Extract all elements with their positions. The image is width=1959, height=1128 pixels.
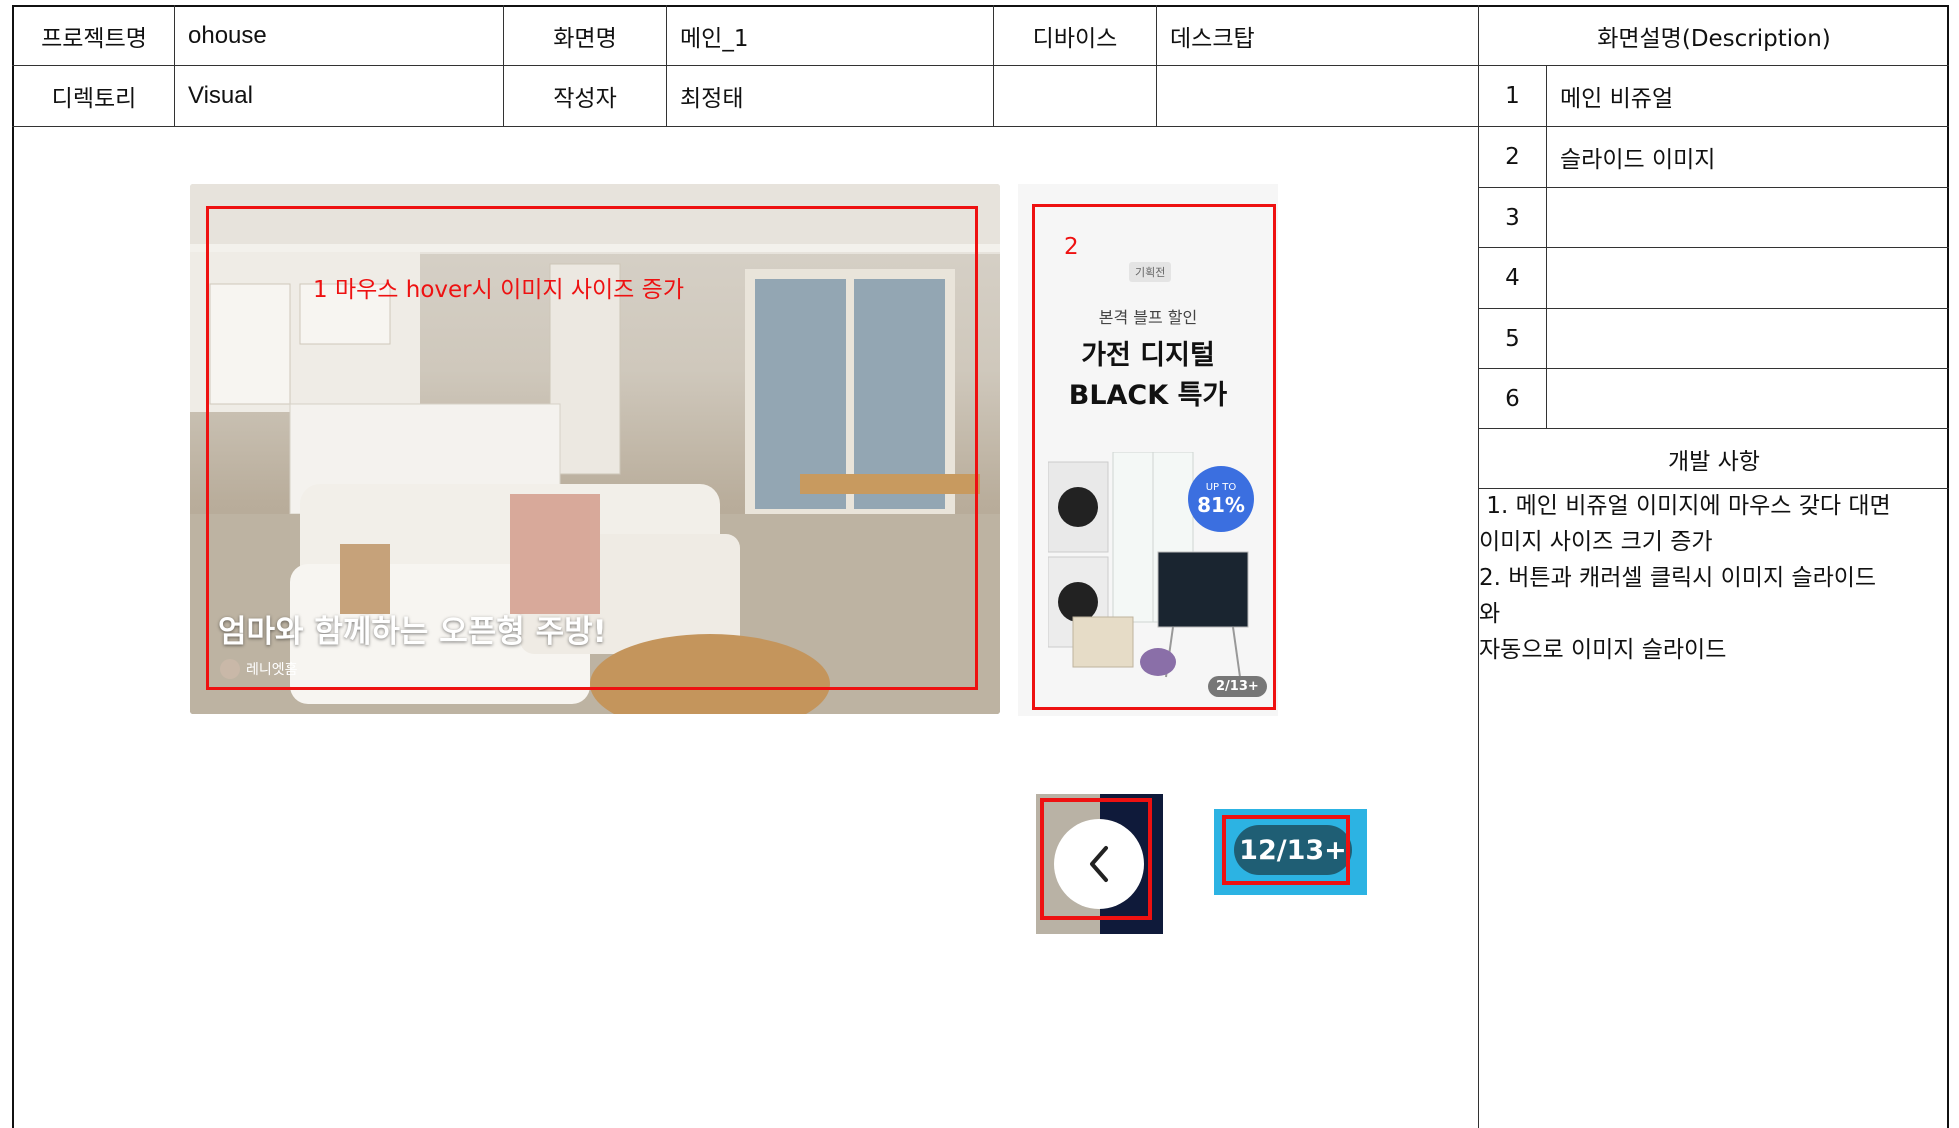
header-bottom-line — [12, 126, 1478, 127]
directory-value: Visual — [188, 82, 253, 109]
desc-text: 슬라이드 이미지 — [1560, 147, 1716, 173]
author-value: 최정태 — [680, 86, 744, 112]
annotation-label-1: 1 마우스 hover시 이미지 사이즈 증가 — [313, 277, 684, 303]
dev-note-line: 2. 버튼과 캐러셀 클릭시 이미지 슬라이드 — [1479, 565, 1877, 591]
desc-num: 6 — [1505, 385, 1520, 412]
directory-label: 디렉토리 — [51, 86, 137, 112]
device-label: 디바이스 — [1032, 26, 1118, 52]
dev-note-line: 와 — [1479, 601, 1501, 627]
dev-note-line: 1. 메인 비쥬얼 이미지에 마우스 갖다 대면 — [1479, 493, 1891, 519]
annotation-label-2: 2 — [1064, 234, 1079, 260]
dev-notes-body: 1. 메인 비쥬얼 이미지에 마우스 갖다 대면 이미지 사이즈 크기 증가 2… — [1479, 488, 1947, 668]
dev-note-line: 이미지 사이즈 크기 증가 — [1479, 529, 1713, 555]
desc-num: 4 — [1505, 265, 1520, 291]
project-label: 프로젝트명 — [41, 26, 147, 52]
desc-num: 1 — [1505, 83, 1520, 109]
desc-num: 2 — [1505, 144, 1520, 170]
dev-notes-title: 개발 사항 — [1668, 448, 1760, 475]
author-label: 작성자 — [553, 86, 617, 112]
dev-note-line: 자동으로 이미지 슬라이드 — [1479, 637, 1727, 663]
desc-text — [1547, 309, 1959, 368]
desc-text — [1547, 248, 1959, 308]
annotation-box-counter — [1222, 815, 1350, 885]
description-title: 화면설명(Description) — [1597, 26, 1831, 52]
annotation-box-2 — [1032, 204, 1276, 710]
project-value: ohouse — [188, 22, 267, 49]
annotation-box-prev — [1040, 798, 1152, 920]
desc-text: 메인 비쥬얼 — [1560, 86, 1674, 112]
desc-text — [1547, 369, 1959, 428]
screen-label: 화면명 — [553, 26, 617, 52]
desc-num: 3 — [1505, 204, 1520, 231]
device-value: 데스크탑 — [1170, 26, 1255, 52]
screen-value: 메인_1 — [680, 26, 749, 52]
desc-text — [1547, 188, 1959, 247]
desc-num: 5 — [1505, 325, 1520, 352]
